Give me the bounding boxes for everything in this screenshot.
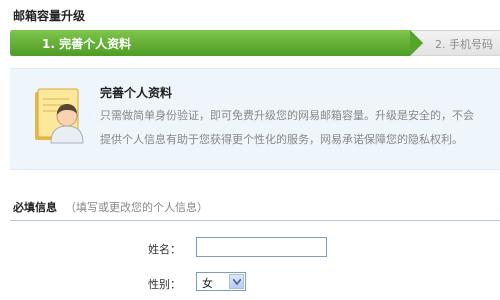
gender-selected-value: 女 <box>202 277 213 290</box>
gender-label: 性别： <box>148 278 181 291</box>
upgrade-page: 邮箱容量升级 2. 手机号码 1. 完善个人资料 完善个人资料 只需做简单身份验… <box>0 0 500 300</box>
required-section-header: 必填信息 （填写或更改您的个人信息） <box>13 199 208 215</box>
step-1-label: 1. 完善个人资料 <box>42 37 132 51</box>
section-hint: （填写或更改您的个人信息） <box>65 201 208 214</box>
step-arrow <box>410 30 423 56</box>
gender-select[interactable]: 女 <box>196 272 246 291</box>
step-2-label: 2. 手机号码 <box>435 38 493 51</box>
intro-title: 完善个人资料 <box>100 86 173 100</box>
name-label: 姓名： <box>148 243 181 256</box>
chevron-down-icon[interactable] <box>229 274 244 289</box>
section-divider <box>10 220 500 221</box>
step-progress-bar: 2. 手机号码 1. 完善个人资料 <box>10 30 500 56</box>
intro-text-line-1: 只需做简单身份验证，即可免费升级您的网易邮箱容量。升级是安全的，不会 <box>100 109 474 122</box>
step-1-tab: 1. 完善个人资料 <box>10 30 410 56</box>
name-input[interactable] <box>196 237 327 257</box>
page-title: 邮箱容量升级 <box>13 9 86 23</box>
profile-card-icon <box>33 87 91 145</box>
intro-panel: 完善个人资料 只需做简单身份验证，即可免费升级您的网易邮箱容量。升级是安全的，不… <box>10 68 500 170</box>
section-title: 必填信息 <box>13 201 57 214</box>
intro-text-line-2: 提供个人信息有助于您获得更个性化的服务，网易承诺保障您的隐私权利。 <box>100 133 463 146</box>
